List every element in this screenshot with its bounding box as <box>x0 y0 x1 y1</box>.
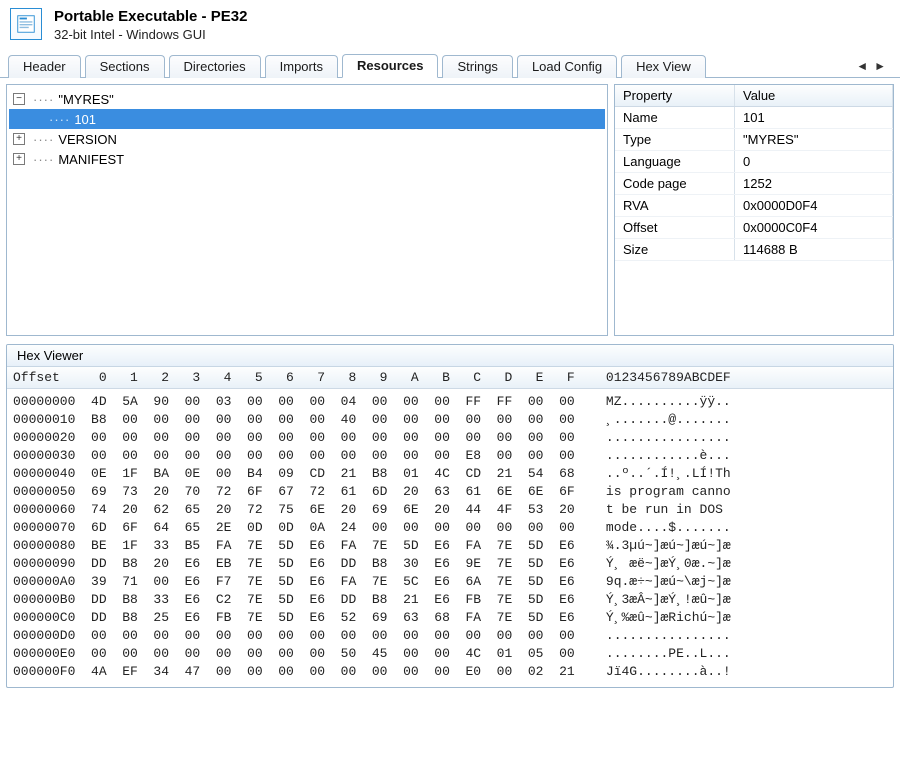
hex-row[interactable]: 00000010 B8 00 00 00 00 00 00 00 40 00 0… <box>13 411 887 429</box>
tab-sections[interactable]: Sections <box>85 55 165 78</box>
hex-row[interactable]: 000000E0 00 00 00 00 00 00 00 00 50 45 0… <box>13 645 887 663</box>
property-value: 0x0000D0F4 <box>735 195 893 216</box>
hex-row[interactable]: 00000050 69 73 20 70 72 6F 67 72 61 6D 2… <box>13 483 887 501</box>
tree-item[interactable]: +····VERSION <box>9 129 605 149</box>
tab-scroll-left-icon[interactable]: ◄ <box>856 59 868 73</box>
tab-header[interactable]: Header <box>8 55 81 78</box>
tree-label: "MYRES" <box>58 92 113 107</box>
pe-file-icon <box>15 13 37 35</box>
property-row[interactable]: Code page1252 <box>615 173 893 195</box>
property-key: Code page <box>615 173 735 194</box>
property-row[interactable]: RVA0x0000D0F4 <box>615 195 893 217</box>
tab-scroll-right-icon[interactable]: ► <box>874 59 886 73</box>
tree-label: MANIFEST <box>58 152 124 167</box>
tree-label: 101 <box>74 112 96 127</box>
property-key: Size <box>615 239 735 260</box>
property-header: Property Value <box>615 85 893 107</box>
property-key: Type <box>615 129 735 150</box>
tab-strings[interactable]: Strings <box>442 55 512 78</box>
tree-toggle-icon[interactable]: + <box>13 153 25 165</box>
app-icon <box>10 8 42 40</box>
property-value: 0 <box>735 151 893 172</box>
property-key: Name <box>615 107 735 128</box>
property-key: Offset <box>615 217 735 238</box>
tree-item[interactable]: −····"MYRES" <box>9 89 605 109</box>
tree-label: VERSION <box>58 132 117 147</box>
hex-row[interactable]: 000000D0 00 00 00 00 00 00 00 00 00 00 0… <box>13 627 887 645</box>
hex-row[interactable]: 000000C0 DD B8 25 E6 FB 7E 5D E6 52 69 6… <box>13 609 887 627</box>
property-header-key: Property <box>615 85 735 106</box>
hex-row[interactable]: 00000080 BE 1F 33 B5 FA 7E 5D E6 FA 7E 5… <box>13 537 887 555</box>
tab-load-config[interactable]: Load Config <box>517 55 617 78</box>
page-subtitle: 32-bit Intel - Windows GUI <box>54 27 247 42</box>
property-value: 101 <box>735 107 893 128</box>
property-row[interactable]: Name101 <box>615 107 893 129</box>
tabstrip: HeaderSectionsDirectoriesImportsResource… <box>0 48 900 78</box>
hex-row[interactable]: 00000000 4D 5A 90 00 03 00 00 00 04 00 0… <box>13 393 887 411</box>
header: Portable Executable - PE32 32-bit Intel … <box>0 0 900 48</box>
tree-toggle-icon[interactable]: + <box>13 133 25 145</box>
property-value: 0x0000C0F4 <box>735 217 893 238</box>
hex-row[interactable]: 000000F0 4A EF 34 47 00 00 00 00 00 00 0… <box>13 663 887 681</box>
property-value: 1252 <box>735 173 893 194</box>
property-body: Name101Type"MYRES"Language0Code page1252… <box>615 107 893 261</box>
property-row[interactable]: Offset0x0000C0F4 <box>615 217 893 239</box>
tree-item[interactable]: ····101 <box>9 109 605 129</box>
tab-resources[interactable]: Resources <box>342 54 438 78</box>
property-panel: Property Value Name101Type"MYRES"Languag… <box>614 84 894 336</box>
hex-viewer-panel: Hex Viewer Offset 0 1 2 3 4 5 6 7 8 9 A … <box>6 344 894 688</box>
hex-row[interactable]: 00000030 00 00 00 00 00 00 00 00 00 00 0… <box>13 447 887 465</box>
property-key: Language <box>615 151 735 172</box>
page-title: Portable Executable - PE32 <box>54 8 247 25</box>
property-header-value: Value <box>735 85 893 106</box>
property-value: 114688 B <box>735 239 893 260</box>
tree-item[interactable]: +····MANIFEST <box>9 149 605 169</box>
hex-row[interactable]: 00000020 00 00 00 00 00 00 00 00 00 00 0… <box>13 429 887 447</box>
tab-imports[interactable]: Imports <box>265 55 338 78</box>
hex-row[interactable]: 000000B0 DD B8 33 E6 C2 7E 5D E6 DD B8 2… <box>13 591 887 609</box>
property-key: RVA <box>615 195 735 216</box>
hex-row[interactable]: 00000040 0E 1F BA 0E 00 B4 09 CD 21 B8 0… <box>13 465 887 483</box>
hex-row[interactable]: 00000060 74 20 62 65 20 72 75 6E 20 69 6… <box>13 501 887 519</box>
resource-tree-panel: −····"MYRES"····101+····VERSION+····MANI… <box>6 84 608 336</box>
hex-header-row: Offset 0 1 2 3 4 5 6 7 8 9 A B C D E F 0… <box>7 367 893 389</box>
hex-row[interactable]: 000000A0 39 71 00 E6 F7 7E 5D E6 FA 7E 5… <box>13 573 887 591</box>
resource-tree[interactable]: −····"MYRES"····101+····VERSION+····MANI… <box>7 85 607 173</box>
tab-directories[interactable]: Directories <box>169 55 261 78</box>
hex-row[interactable]: 00000070 6D 6F 64 65 2E 0D 0D 0A 24 00 0… <box>13 519 887 537</box>
tree-toggle-icon[interactable]: − <box>13 93 25 105</box>
tab-hex-view[interactable]: Hex View <box>621 55 706 78</box>
property-row[interactable]: Type"MYRES" <box>615 129 893 151</box>
hex-body[interactable]: 00000000 4D 5A 90 00 03 00 00 00 04 00 0… <box>7 389 893 687</box>
hex-viewer-title: Hex Viewer <box>7 345 893 367</box>
hex-row[interactable]: 00000090 DD B8 20 E6 EB 7E 5D E6 DD B8 3… <box>13 555 887 573</box>
property-row[interactable]: Size114688 B <box>615 239 893 261</box>
property-row[interactable]: Language0 <box>615 151 893 173</box>
property-value: "MYRES" <box>735 129 893 150</box>
